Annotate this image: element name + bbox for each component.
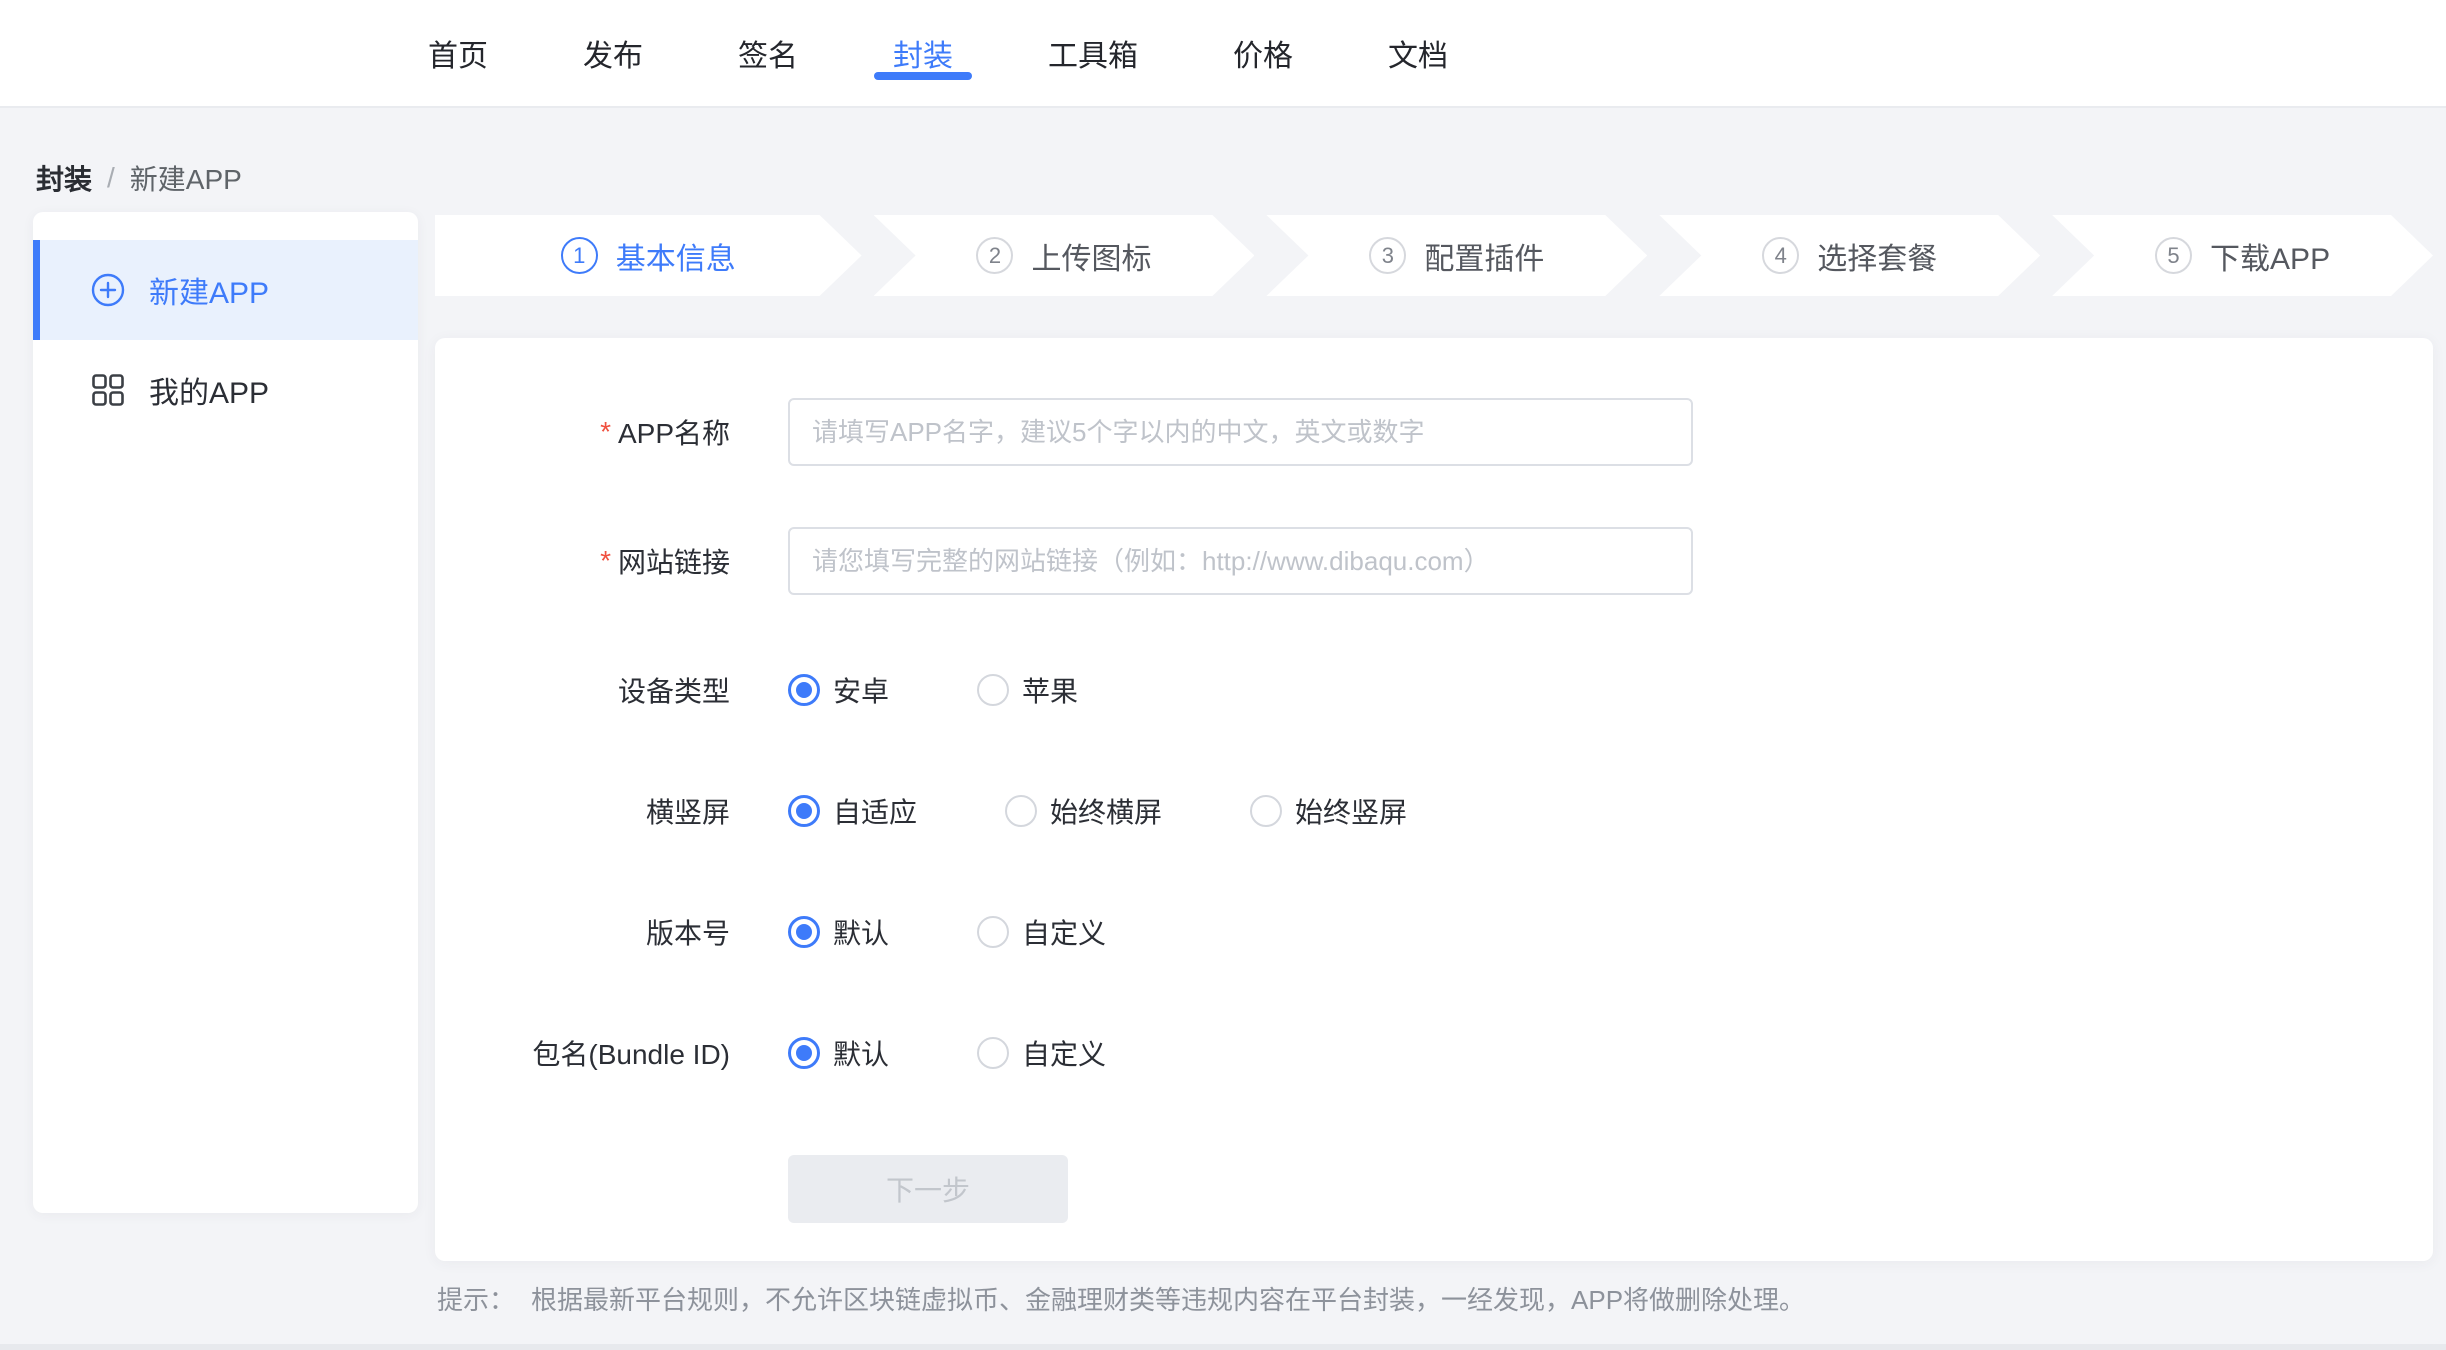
- radio-icon: [1005, 795, 1037, 827]
- step-number-circle: 2: [976, 237, 1013, 274]
- nav-label: 发布: [583, 31, 643, 75]
- field-label: * 网站链接: [435, 541, 730, 581]
- app-name-input[interactable]: [788, 398, 1693, 466]
- radio-label: 始终竖屏: [1295, 791, 1407, 831]
- field-label: 设备类型: [435, 670, 730, 710]
- form-card: * APP名称 * 网站链接 设备类型 安卓 苹果 横竖屏: [435, 338, 2433, 1261]
- step-label: 配置插件: [1424, 234, 1544, 278]
- nav-item-docs[interactable]: 文档: [1388, 0, 1448, 106]
- orientation-group: 横竖屏 自适应 始终横屏 始终竖屏: [435, 791, 2433, 831]
- radio-label: 默认: [833, 912, 889, 952]
- device-type-group: 设备类型 安卓 苹果: [435, 670, 2433, 710]
- field-label: 包名(Bundle ID): [435, 1033, 730, 1073]
- step-wizard: 1 基本信息 2 上传图标 3 配置插件 4 选择套餐 5 下载APP: [435, 215, 2433, 296]
- nav-item-publish[interactable]: 发布: [583, 0, 643, 106]
- nav-label: 文档: [1388, 31, 1448, 75]
- radio-version-custom[interactable]: 自定义: [977, 912, 1106, 952]
- breadcrumb-current: 新建APP: [130, 158, 242, 198]
- app-name-field: * APP名称: [435, 398, 2433, 466]
- radio-label: 苹果: [1022, 670, 1078, 710]
- nav-item-pricing[interactable]: 价格: [1233, 0, 1293, 106]
- step-label: 选择套餐: [1817, 234, 1937, 278]
- step-4-select-plan[interactable]: 4 选择套餐: [1659, 215, 2040, 296]
- nav-item-home[interactable]: 首页: [428, 0, 488, 106]
- hint-prefix: 提示：: [437, 1280, 515, 1317]
- main-nav: 首页 发布 签名 封装 工具箱 价格 文档: [428, 0, 1448, 106]
- radio-icon: [788, 1037, 820, 1069]
- website-link-field: * 网站链接: [435, 527, 2433, 595]
- step-number-circle: 5: [2155, 237, 2192, 274]
- field-label: 版本号: [435, 912, 730, 952]
- field-label: * APP名称: [435, 412, 730, 452]
- field-label: 横竖屏: [435, 791, 730, 831]
- radio-label: 默认: [833, 1033, 889, 1073]
- grid-icon: [91, 373, 125, 407]
- nav-label: 封装: [893, 31, 953, 75]
- step-number-circle: 1: [561, 237, 598, 274]
- radio-label: 自定义: [1022, 1033, 1106, 1073]
- nav-item-toolbox[interactable]: 工具箱: [1048, 0, 1138, 106]
- breadcrumb: 封装 / 新建APP: [36, 158, 242, 198]
- footer-strip: [0, 1344, 2446, 1350]
- step-label: 上传图标: [1031, 234, 1151, 278]
- hint: 提示： 根据最新平台规则，不允许区块链虚拟币、金融理财类等违规内容在平台封装，一…: [437, 1280, 1805, 1317]
- step-3-configure-plugin[interactable]: 3 配置插件: [1266, 215, 1647, 296]
- hint-text: 根据最新平台规则，不允许区块链虚拟币、金融理财类等违规内容在平台封装，一经发现，…: [531, 1280, 1805, 1317]
- website-link-input[interactable]: [788, 527, 1693, 595]
- step-label: 下载APP: [2210, 234, 2330, 278]
- step-label: 基本信息: [616, 234, 736, 278]
- nav-label: 工具箱: [1048, 31, 1138, 75]
- radio-always-landscape[interactable]: 始终横屏: [1005, 791, 1162, 831]
- submit-row: 下一步: [435, 1155, 2433, 1223]
- required-asterisk: *: [600, 416, 611, 448]
- version-group: 版本号 默认 自定义: [435, 912, 2433, 952]
- radio-icon: [977, 1037, 1009, 1069]
- radio-label: 自适应: [833, 791, 917, 831]
- radio-bundle-default[interactable]: 默认: [788, 1033, 889, 1073]
- radio-version-default[interactable]: 默认: [788, 912, 889, 952]
- top-header: 首页 发布 签名 封装 工具箱 价格 文档: [0, 0, 2446, 108]
- step-1-basic-info[interactable]: 1 基本信息: [435, 215, 862, 296]
- breadcrumb-section[interactable]: 封装: [36, 158, 92, 198]
- radio-ios[interactable]: 苹果: [977, 670, 1078, 710]
- sidebar-item-label: 新建APP: [149, 268, 269, 312]
- sidebar-item-label: 我的APP: [149, 368, 269, 412]
- sidebar: 新建APP 我的APP: [33, 212, 418, 1213]
- step-2-upload-icon[interactable]: 2 上传图标: [874, 215, 1255, 296]
- active-indicator-bar: [33, 240, 40, 340]
- nav-active-underline: [874, 72, 972, 80]
- nav-label: 签名: [738, 31, 798, 75]
- radio-bundle-custom[interactable]: 自定义: [977, 1033, 1106, 1073]
- radio-android[interactable]: 安卓: [788, 670, 889, 710]
- nav-item-signature[interactable]: 签名: [738, 0, 798, 106]
- plus-circle-icon: [91, 273, 125, 307]
- radio-icon: [788, 674, 820, 706]
- sidebar-item-my-app[interactable]: 我的APP: [33, 340, 418, 440]
- radio-label: 始终横屏: [1050, 791, 1162, 831]
- radio-icon: [1250, 795, 1282, 827]
- radio-always-portrait[interactable]: 始终竖屏: [1250, 791, 1407, 831]
- nav-item-package[interactable]: 封装: [893, 0, 953, 106]
- radio-icon: [788, 916, 820, 948]
- radio-label: 安卓: [833, 670, 889, 710]
- radio-icon: [977, 674, 1009, 706]
- nav-label: 首页: [428, 31, 488, 75]
- radio-label: 自定义: [1022, 912, 1106, 952]
- required-asterisk: *: [600, 545, 611, 577]
- step-number-circle: 4: [1762, 237, 1799, 274]
- step-5-download-app[interactable]: 5 下载APP: [2052, 215, 2433, 296]
- radio-adaptive[interactable]: 自适应: [788, 791, 917, 831]
- bundle-id-group: 包名(Bundle ID) 默认 自定义: [435, 1033, 2433, 1073]
- sidebar-item-new-app[interactable]: 新建APP: [33, 240, 418, 340]
- nav-label: 价格: [1233, 31, 1293, 75]
- next-step-button[interactable]: 下一步: [788, 1155, 1068, 1223]
- breadcrumb-separator: /: [107, 162, 115, 194]
- radio-icon: [977, 916, 1009, 948]
- radio-icon: [788, 795, 820, 827]
- step-number-circle: 3: [1369, 237, 1406, 274]
